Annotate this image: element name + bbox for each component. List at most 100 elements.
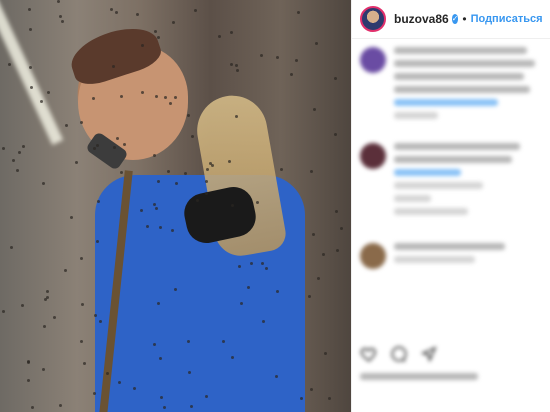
speck	[310, 170, 313, 173]
speck	[153, 343, 156, 346]
speck	[153, 154, 156, 157]
speck	[235, 64, 238, 67]
speck	[120, 95, 123, 98]
speck	[10, 246, 13, 249]
avatar[interactable]	[360, 6, 386, 32]
speck	[159, 357, 162, 360]
speck	[190, 405, 193, 408]
speck	[94, 314, 97, 317]
speck	[334, 133, 337, 136]
speck	[80, 257, 83, 260]
speck	[336, 249, 339, 252]
speck	[187, 114, 190, 117]
speck	[260, 54, 263, 57]
speck	[175, 182, 178, 185]
speck	[112, 65, 115, 68]
speck	[164, 96, 167, 99]
speck	[275, 375, 278, 378]
speck	[262, 320, 265, 323]
speck	[159, 226, 162, 229]
post-photo[interactable]	[0, 0, 351, 412]
comment-icon[interactable]	[390, 345, 408, 363]
speck	[28, 8, 31, 11]
speck	[313, 108, 316, 111]
username[interactable]: buzova86	[394, 12, 449, 26]
speck	[236, 69, 239, 72]
speck	[317, 277, 320, 280]
speck	[153, 203, 156, 206]
speck	[96, 144, 99, 147]
separator-dot: •	[462, 12, 467, 26]
speck	[315, 42, 318, 45]
speck	[174, 96, 177, 99]
speck	[256, 201, 259, 204]
speck	[2, 310, 5, 313]
share-icon[interactable]	[420, 345, 438, 363]
speck	[30, 86, 33, 89]
speck	[328, 397, 331, 400]
speck	[157, 302, 160, 305]
speck	[40, 100, 43, 103]
speck	[22, 145, 25, 148]
commenter-avatar	[360, 47, 386, 73]
speck	[93, 392, 96, 395]
speck	[8, 63, 11, 66]
speck	[324, 352, 327, 355]
speck	[334, 77, 337, 80]
speck	[169, 102, 172, 105]
speck	[250, 262, 253, 265]
speck	[261, 262, 264, 265]
speck	[205, 180, 208, 183]
speck	[205, 192, 208, 195]
speck	[83, 362, 86, 365]
speck	[64, 269, 67, 272]
speck	[47, 91, 50, 94]
speck	[141, 44, 144, 47]
speck	[295, 59, 298, 62]
speck	[163, 406, 166, 409]
speck	[167, 170, 170, 173]
speck	[276, 290, 279, 293]
speck	[57, 0, 60, 3]
follow-button[interactable]: Подписаться	[471, 13, 543, 25]
speck	[322, 253, 325, 256]
speck	[171, 229, 174, 232]
speck	[206, 168, 209, 171]
speck	[46, 296, 49, 299]
speck	[16, 169, 19, 172]
speck	[230, 63, 233, 66]
post-header: buzova86 ✓ • Подписаться	[352, 0, 550, 39]
speck	[230, 31, 233, 34]
speck	[53, 316, 56, 319]
speck	[29, 66, 32, 69]
speck	[187, 340, 190, 343]
commenter-avatar	[360, 143, 386, 169]
speck	[155, 207, 158, 210]
speck	[81, 303, 84, 306]
speck	[335, 210, 338, 213]
speck	[231, 204, 234, 207]
speck	[43, 325, 46, 328]
speck	[12, 159, 15, 162]
instagram-post: buzova86 ✓ • Подписаться	[0, 0, 550, 412]
comment-item	[352, 235, 550, 277]
heart-icon[interactable]	[360, 345, 378, 363]
speck	[120, 171, 123, 174]
speck	[113, 146, 116, 149]
speck	[205, 395, 208, 398]
speck	[110, 8, 113, 11]
speck	[42, 182, 45, 185]
speck	[118, 381, 121, 384]
speck	[65, 124, 68, 127]
speck	[160, 396, 163, 399]
speck	[238, 265, 241, 268]
speck	[240, 302, 243, 305]
speck	[80, 340, 83, 343]
speck	[93, 147, 96, 150]
speck	[157, 36, 160, 39]
speck	[116, 137, 119, 140]
comment-item	[352, 135, 550, 229]
speck	[222, 340, 225, 343]
speck	[157, 180, 160, 183]
speck	[191, 135, 194, 138]
